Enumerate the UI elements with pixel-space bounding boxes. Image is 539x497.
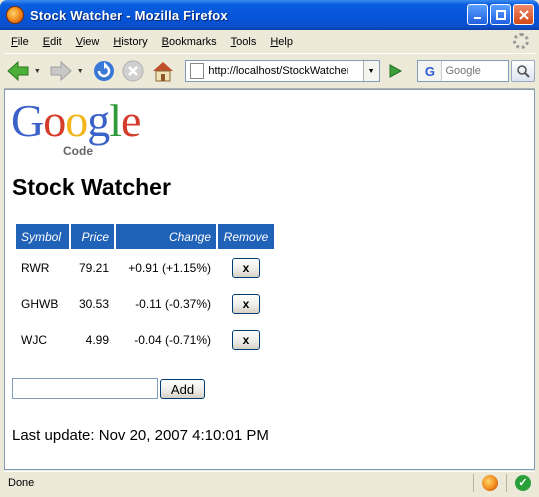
logo-letter: e <box>121 95 141 146</box>
checkmark-icon[interactable]: ✓ <box>515 474 531 491</box>
remove-button[interactable]: x <box>232 258 260 278</box>
minimize-icon <box>473 16 481 19</box>
search-engine-google-icon[interactable]: G <box>418 61 443 81</box>
page-content: Google Code Stock Watcher Symbol Price C… <box>4 89 535 470</box>
menu-edit[interactable]: Edit <box>36 36 69 48</box>
stock-change: -0.11 (-0.37%) <box>135 297 211 311</box>
window-titlebar[interactable]: Stock Watcher - Mozilla Firefox <box>0 0 539 30</box>
header-symbol: Symbol <box>16 224 69 249</box>
code-subtitle: Code <box>63 144 93 158</box>
home-button[interactable] <box>149 57 177 85</box>
stock-symbol: WJC <box>21 333 47 347</box>
logo-letter: g <box>87 95 110 146</box>
stock-symbol: GHWB <box>21 297 59 311</box>
stop-icon <box>122 60 144 82</box>
header-price: Price <box>71 224 114 249</box>
maximize-button[interactable] <box>490 4 511 25</box>
back-arrow-icon <box>7 60 29 82</box>
firefox-icon <box>6 6 24 24</box>
search-input[interactable] <box>442 65 505 77</box>
menubar: File Edit View History Bookmarks Tools H… <box>4 31 535 52</box>
maximize-icon <box>495 9 506 20</box>
table-row: GHWB 30.53 -0.11 (-0.37%) x <box>16 287 274 321</box>
status-bar: Done ✓ <box>4 471 535 493</box>
stock-price: 79.21 <box>78 261 109 275</box>
remove-button[interactable]: x <box>232 330 260 350</box>
logo-letter: G <box>11 95 44 146</box>
logo-letter: o <box>65 95 88 146</box>
status-separator <box>473 473 474 492</box>
menu-tools[interactable]: Tools <box>224 36 264 48</box>
magnifier-icon <box>517 65 530 78</box>
navigation-toolbar: ▼ ▼ http://localhost/StockWatcher ▼ G <box>4 53 535 89</box>
go-arrow-icon <box>389 64 402 78</box>
status-text: Done <box>8 476 35 489</box>
add-button[interactable]: Add <box>160 379 205 399</box>
stock-symbol: RWR <box>21 261 50 275</box>
search-button[interactable] <box>511 60 535 82</box>
menu-view[interactable]: View <box>69 36 107 48</box>
google-wordmark: Google <box>11 95 141 146</box>
forward-button[interactable] <box>47 57 75 85</box>
stock-change: -0.04 (-0.71%) <box>134 333 211 347</box>
stocks-table: Symbol Price Change Remove RWR 79.21 +0.… <box>14 222 276 359</box>
table-header-row: Symbol Price Change Remove <box>16 224 274 249</box>
window-controls <box>467 4 534 25</box>
window-title: Stock Watcher - Mozilla Firefox <box>30 7 228 23</box>
stock-change: +0.91 (+1.15%) <box>128 261 211 275</box>
stock-price: 30.53 <box>78 297 109 311</box>
throbber-icon <box>513 33 529 49</box>
logo-letter: l <box>109 95 122 146</box>
new-symbol-input[interactable] <box>12 378 158 399</box>
reload-button[interactable] <box>90 57 118 85</box>
search-box: G <box>417 60 510 82</box>
url-bar[interactable]: http://localhost/StockWatcher ▼ <box>185 60 380 82</box>
stop-button[interactable] <box>120 57 148 85</box>
go-button[interactable] <box>384 60 406 82</box>
page-title: Stock Watcher <box>12 174 171 200</box>
header-remove: Remove <box>218 224 274 249</box>
logo-letter: o <box>43 95 66 146</box>
menu-bookmarks[interactable]: Bookmarks <box>155 36 224 48</box>
close-button[interactable] <box>513 4 534 25</box>
back-dropdown[interactable]: ▼ <box>34 68 41 75</box>
forward-dropdown[interactable]: ▼ <box>77 68 84 75</box>
minimize-button[interactable] <box>467 4 488 25</box>
remove-button[interactable]: x <box>232 294 260 314</box>
home-icon <box>153 62 174 82</box>
last-update-text: Last update: Nov 20, 2007 4:10:01 PM <box>12 427 269 444</box>
forward-arrow-icon <box>50 60 72 82</box>
url-text[interactable]: http://localhost/StockWatcher <box>208 65 348 77</box>
firefox-status-icon[interactable] <box>482 474 498 491</box>
page-icon <box>190 63 205 79</box>
close-icon <box>518 9 529 20</box>
google-code-logo: Google Code <box>11 95 171 159</box>
header-change: Change <box>116 224 216 249</box>
menu-file[interactable]: File <box>4 36 36 48</box>
url-dropdown-icon[interactable]: ▼ <box>362 61 379 81</box>
table-row: WJC 4.99 -0.04 (-0.71%) x <box>16 323 274 357</box>
menu-history[interactable]: History <box>106 36 154 48</box>
status-separator <box>506 473 507 492</box>
stock-price: 4.99 <box>85 333 109 347</box>
back-button[interactable] <box>4 57 32 85</box>
table-row: RWR 79.21 +0.91 (+1.15%) x <box>16 251 274 285</box>
menu-help[interactable]: Help <box>263 36 300 48</box>
reload-icon <box>93 61 114 81</box>
